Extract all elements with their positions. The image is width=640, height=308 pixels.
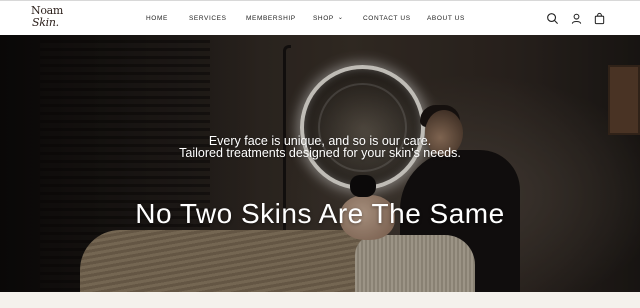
nav-item-contact[interactable]: CONTACT US [363,15,411,22]
nav-item-shop-label: SHOP [313,15,334,22]
logo-line-2: Skin. [32,16,59,29]
hero-title: No Two Skins Are The Same [135,198,505,229]
nav-item-about[interactable]: ABOUT US [427,15,465,22]
nav-item-home[interactable]: HOME [146,15,168,22]
brand-logo[interactable]: Noam Skin. [31,5,71,29]
hero-banner: Every face is unique, and so is our care… [0,35,640,292]
page-section-below-hero [0,292,640,308]
nav-item-services[interactable]: SERVICES [189,15,227,22]
chevron-down-icon: ⌄ [337,15,344,21]
cart-icon[interactable] [593,12,606,25]
hero-tagline: Every face is unique, and so is our care… [0,135,640,160]
nav-item-membership[interactable]: MEMBERSHIP [246,15,296,22]
account-icon[interactable] [570,12,583,25]
site-header: Noam Skin. HOME SERVICES MEMBERSHIP SHOP… [0,0,640,35]
hero-tagline-line-2: Tailored treatments designed for your sk… [179,146,461,160]
nav-item-shop[interactable]: SHOP ⌄ [313,15,343,22]
search-icon[interactable] [546,12,559,25]
